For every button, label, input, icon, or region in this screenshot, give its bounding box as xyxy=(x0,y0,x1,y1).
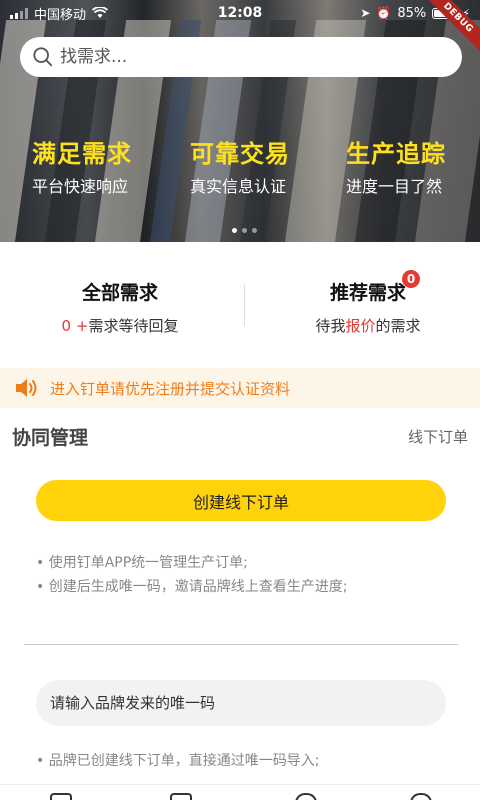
pending-label: 需求等待回复 xyxy=(88,317,179,335)
carousel-dot[interactable] xyxy=(232,228,237,233)
location-icon: ➤ xyxy=(360,6,371,20)
battery-percent: 85% xyxy=(397,5,427,21)
tab-orders-icon[interactable] xyxy=(170,793,192,800)
alarm-icon: ⏰ xyxy=(376,6,392,20)
tip-item: 使用钉单APP统一管理生产订单; xyxy=(36,551,456,575)
carousel-dot[interactable] xyxy=(242,228,247,233)
demand-stats: 全部需求 0 +需求等待回复 推荐需求 0 待我报价的需求 xyxy=(0,242,480,368)
tab-messages-icon[interactable] xyxy=(295,793,317,800)
recommended-demands-desc: 待我报价的需求 xyxy=(248,315,480,336)
tab-profile-icon[interactable] xyxy=(410,793,432,800)
all-demands-title: 全部需求 xyxy=(81,282,158,304)
feature-title: 可靠交易 xyxy=(190,140,290,168)
search-icon xyxy=(33,47,53,67)
search-bar[interactable] xyxy=(20,37,462,77)
all-demands-card[interactable]: 全部需求 0 +需求等待回复 xyxy=(0,278,240,336)
tab-home-icon[interactable] xyxy=(50,793,72,800)
notice-text: 进入钉单请优先注册并提交认证资料 xyxy=(50,379,291,398)
wifi-icon xyxy=(92,7,109,18)
feature-subtitle: 平台快速响应 xyxy=(32,177,129,196)
hero-banner[interactable]: 中国移动 12:08 ➤ ⏰ 85% ⚡ DEBUG 满足需求 平台快速响应 可… xyxy=(0,0,480,242)
desc-highlight: 报价 xyxy=(345,317,376,335)
signal-icon xyxy=(10,7,28,19)
pending-count: 0 + xyxy=(61,317,89,335)
unread-badge: 0 xyxy=(402,270,420,288)
feature-subtitle: 进度一目了然 xyxy=(346,177,443,196)
recommended-demands-card[interactable]: 推荐需求 0 待我报价的需求 xyxy=(248,270,480,336)
section-title: 协同管理 xyxy=(12,426,89,449)
desc-prefix: 待我 xyxy=(315,317,346,335)
carrier-name: 中国移动 xyxy=(34,7,87,23)
tip-item: 品牌已创建线下订单，直接通过唯一码导入; xyxy=(36,749,456,773)
feature-title: 生产追踪 xyxy=(346,140,446,168)
offline-orders-link[interactable]: 线下订单 xyxy=(408,426,468,447)
feature-title: 满足需求 xyxy=(32,140,132,168)
tip-item: 创建后生成唯一码，邀请品牌线上查看生产进度; xyxy=(36,575,456,599)
divider xyxy=(244,284,245,326)
carousel-dot[interactable] xyxy=(252,228,257,233)
status-bar: 中国移动 12:08 ➤ ⏰ 85% ⚡ xyxy=(0,0,480,26)
all-demands-desc: 0 +需求等待回复 xyxy=(0,315,240,336)
create-offline-order-button[interactable]: 创建线下订单 xyxy=(36,480,446,521)
divider xyxy=(24,644,458,645)
bottom-tab-bar xyxy=(0,784,480,800)
feature-meet-demand: 满足需求 平台快速响应 xyxy=(32,134,132,197)
search-input[interactable] xyxy=(60,47,440,67)
feature-production-tracking: 生产追踪 进度一目了然 xyxy=(346,134,446,197)
unique-code-input[interactable] xyxy=(36,680,446,726)
create-tips: 使用钉单APP统一管理生产订单; 创建后生成唯一码，邀请品牌线上查看生产进度; xyxy=(36,551,456,599)
import-tips: 品牌已创建线下订单，直接通过唯一码导入; xyxy=(36,749,456,773)
desc-suffix: 的需求 xyxy=(375,317,421,335)
feature-reliable-trade: 可靠交易 真实信息认证 xyxy=(190,134,290,197)
recommended-demands-title: 推荐需求 xyxy=(329,282,406,304)
carousel-indicator xyxy=(232,228,257,233)
recommended-demands-title-wrap: 推荐需求 0 xyxy=(329,270,420,305)
feature-subtitle: 真实信息认证 xyxy=(190,177,287,196)
notice-bar[interactable]: 进入钉单请优先注册并提交认证资料 xyxy=(0,368,480,408)
section-header: 协同管理 线下订单 xyxy=(0,408,480,464)
speaker-icon xyxy=(16,379,37,397)
